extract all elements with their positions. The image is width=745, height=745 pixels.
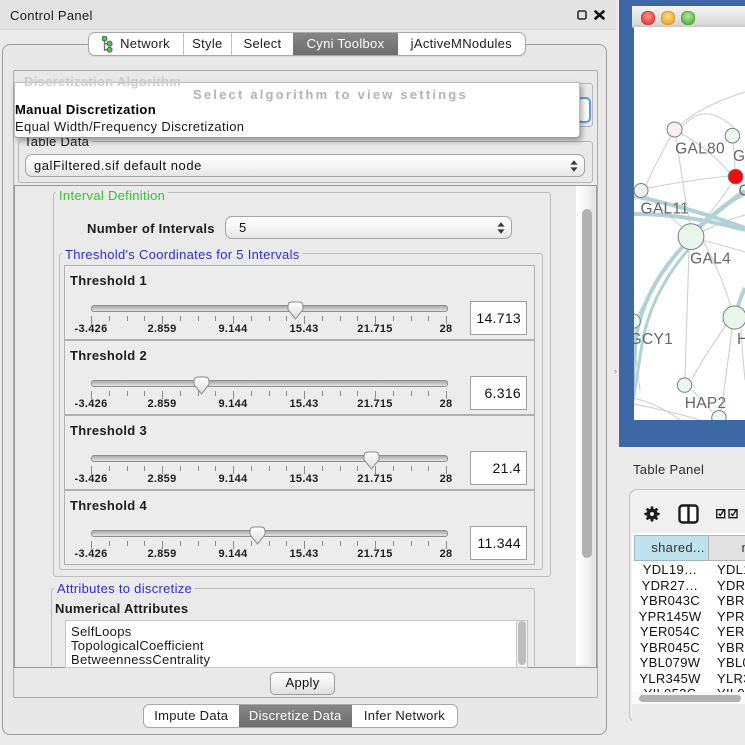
svg-text:GAL80: GAL80 xyxy=(675,140,725,157)
svg-text:GAL11: GAL11 xyxy=(640,201,689,218)
svg-text:C: C xyxy=(739,183,745,200)
svg-text:GAL4: GAL4 xyxy=(690,250,731,267)
svg-text:H: H xyxy=(737,331,745,348)
svg-text:GCY1: GCY1 xyxy=(634,331,673,348)
svg-text:GA: GA xyxy=(733,148,745,165)
svg-text:HAP2: HAP2 xyxy=(685,395,727,412)
